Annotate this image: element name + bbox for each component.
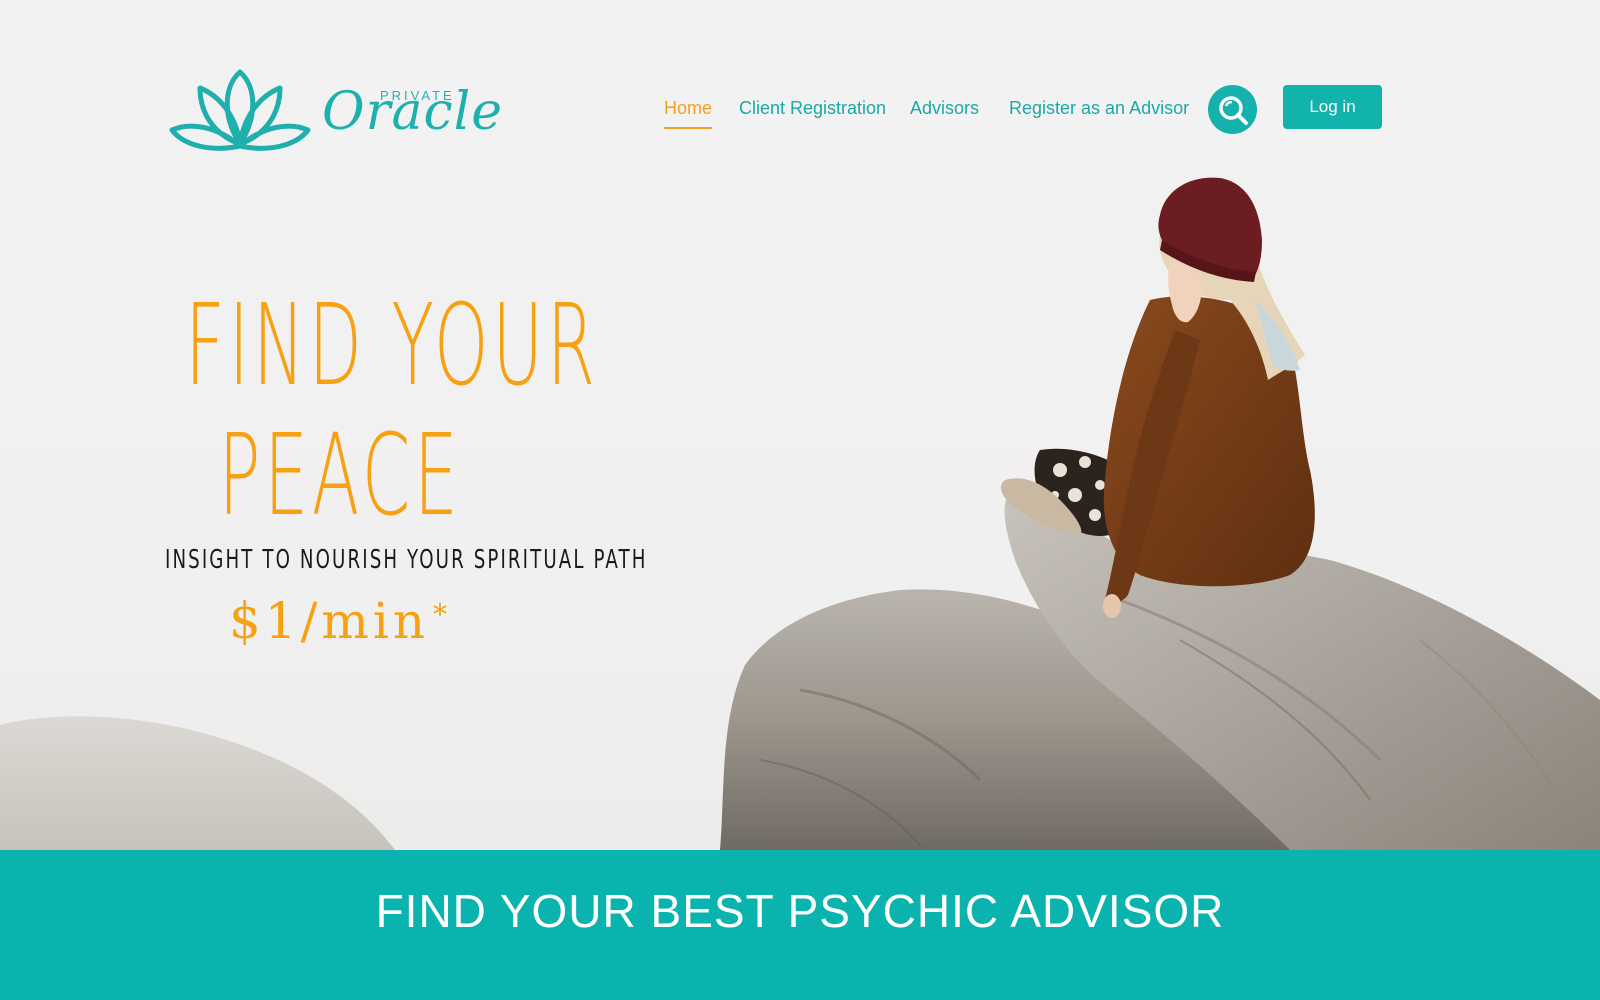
price-footnote-mark: * — [433, 598, 452, 631]
hero-headline: FIND YOUR PEACE — [90, 281, 599, 541]
price-value: $1/min — [228, 592, 430, 650]
cta-band: FIND YOUR BEST PSYCHIC ADVISOR — [0, 850, 1600, 1000]
nav-register-advisor[interactable]: Register as an Advisor — [1009, 98, 1189, 119]
nav-advisors[interactable]: Advisors — [910, 98, 979, 119]
login-button[interactable]: Log in — [1283, 85, 1382, 129]
search-button[interactable] — [1208, 85, 1257, 134]
hero-headline-line2: PEACE — [218, 411, 462, 541]
nav-client-registration[interactable]: Client Registration — [739, 98, 886, 119]
nav-home[interactable]: Home — [664, 98, 713, 129]
hero-headline-line1: FIND YOUR — [185, 281, 599, 411]
search-icon — [1218, 95, 1248, 125]
cta-band-title: FIND YOUR BEST PSYCHIC ADVISOR — [375, 885, 1225, 937]
hero-tagline: INSIGHT TO NOURISH YOUR SPIRITUAL PATH — [165, 545, 648, 575]
hero-section: PRIVATE Oracle Home Client Registration … — [0, 0, 1600, 850]
hero-price: $1/min * — [90, 592, 590, 650]
